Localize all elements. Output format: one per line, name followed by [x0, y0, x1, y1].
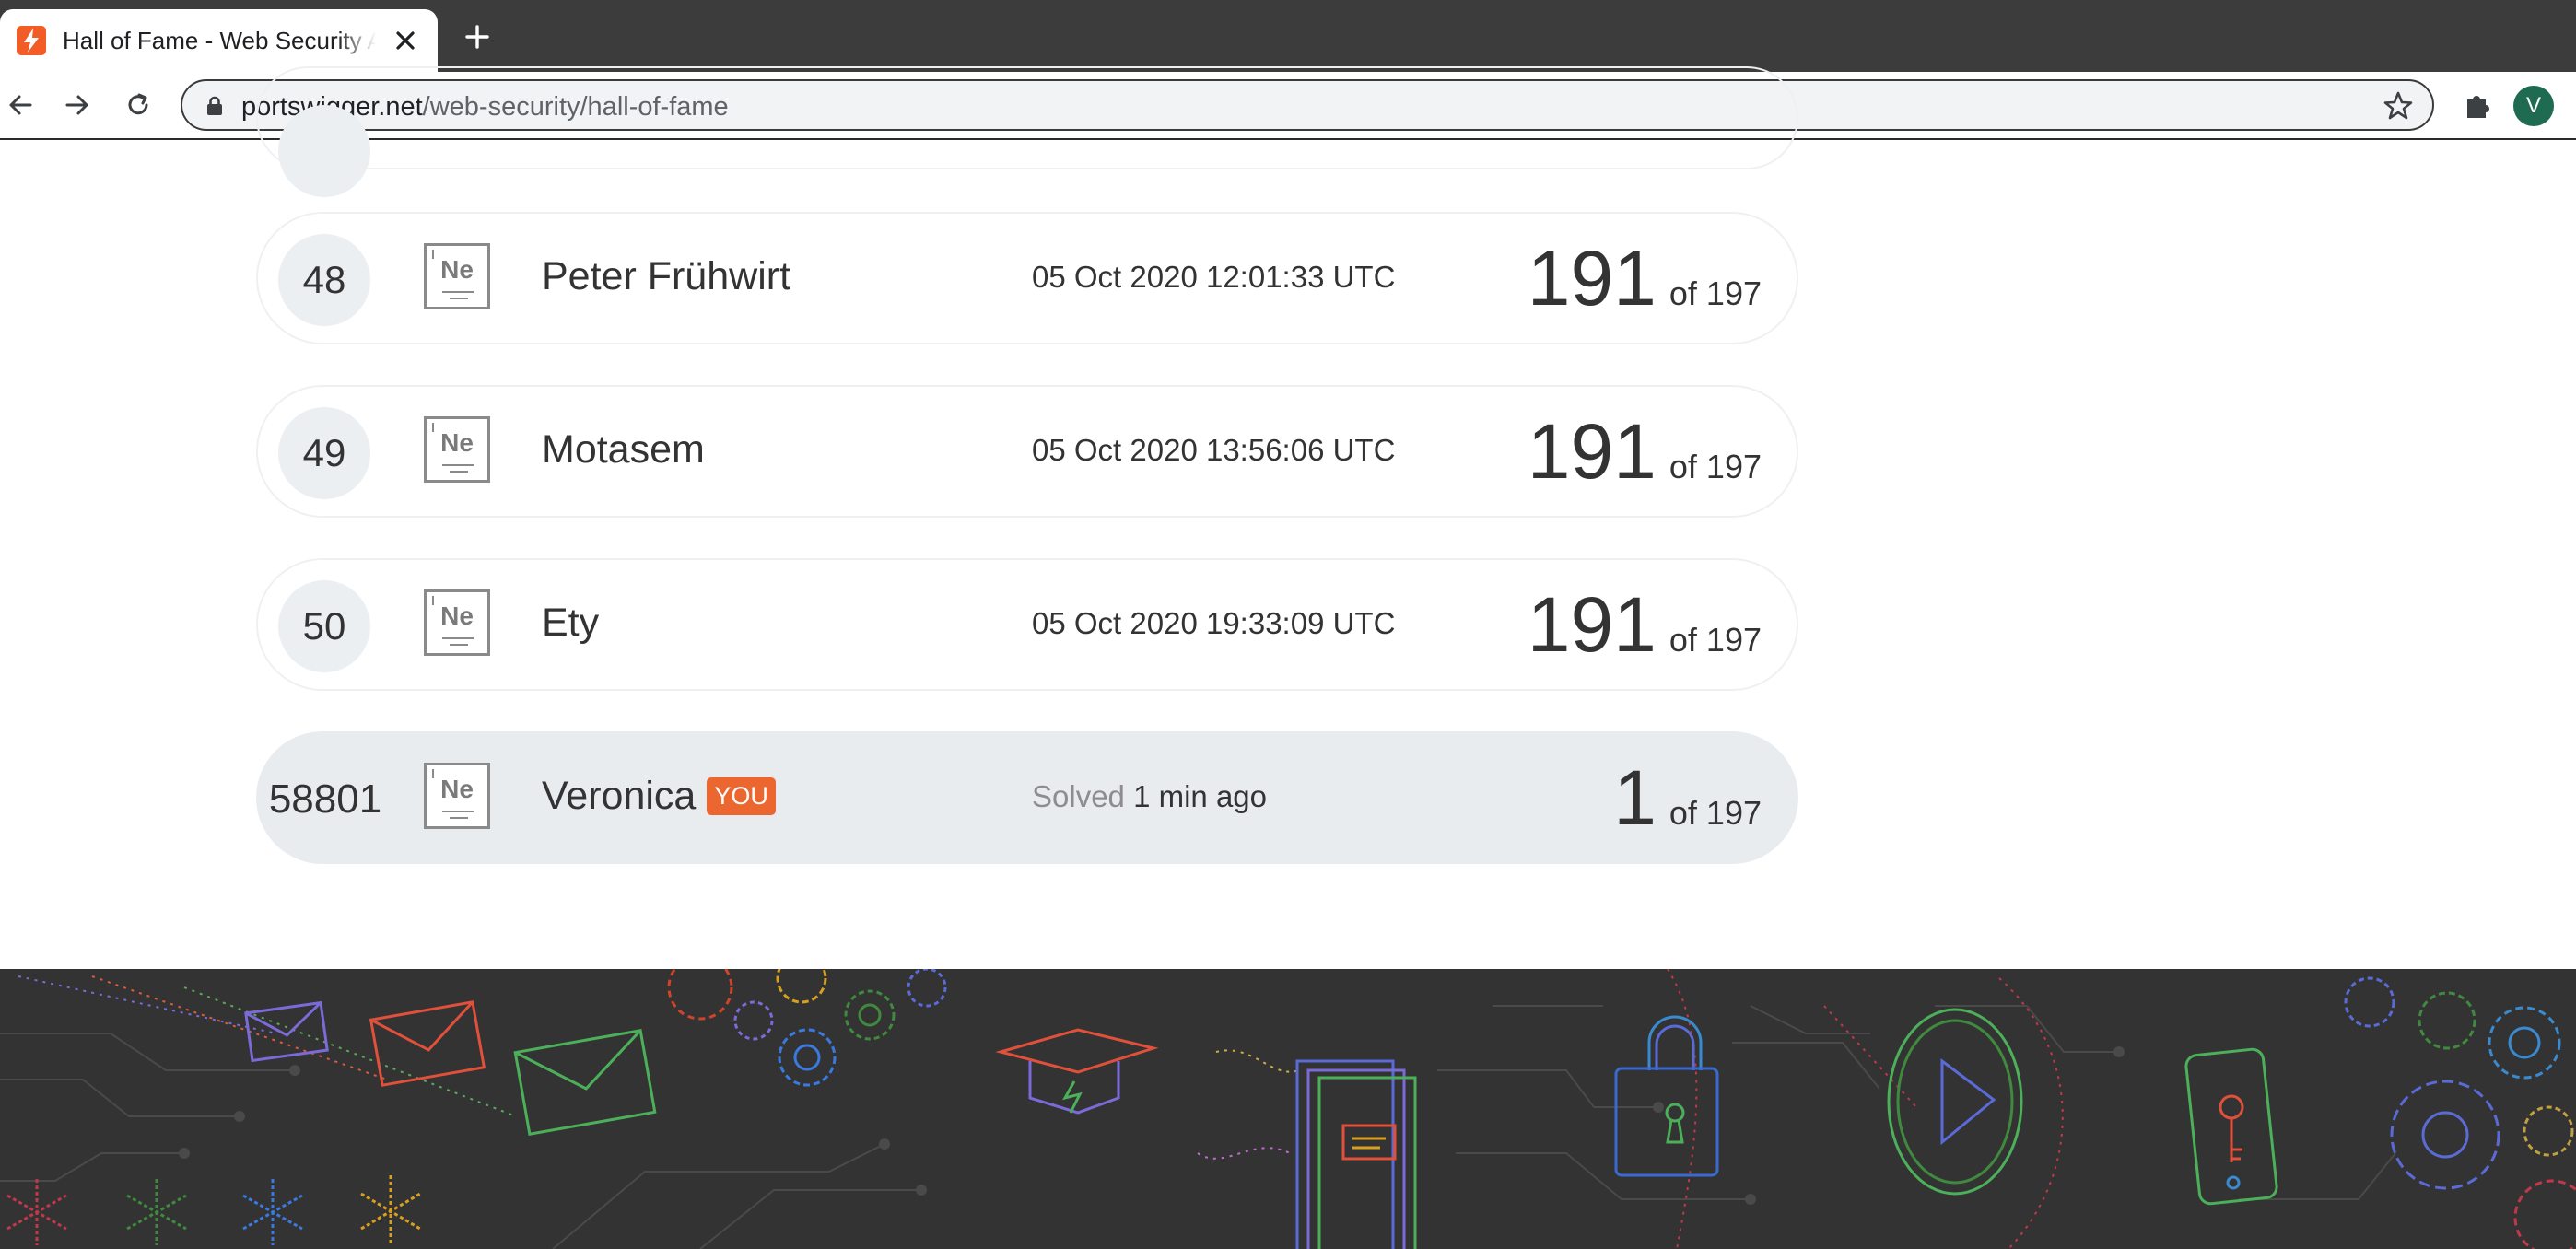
lock-icon [207, 96, 222, 115]
footer-illustration [0, 969, 2576, 1249]
portswigger-favicon-icon [17, 26, 46, 55]
element-symbol: Ne [440, 775, 474, 803]
new-tab-plus-icon[interactable] [461, 20, 494, 53]
rank-number: 48 [278, 234, 370, 326]
user-name: Peter Frühwirt [542, 254, 791, 298]
score-total: of 197 [1669, 621, 1762, 659]
tab-close-icon[interactable] [389, 24, 422, 57]
solved-status: Solved 1 min ago [1032, 779, 1267, 814]
solved-time: 1 min ago [1133, 779, 1268, 813]
score: 191 of 197 [1528, 407, 1762, 496]
neon-element-icon: Ne [424, 243, 490, 309]
neon-element-icon: Ne [424, 589, 490, 656]
page: Hall of Fame - Web Security Academy port… [0, 0, 2576, 1249]
rank-number: 49 [278, 407, 370, 499]
neon-element-icon: Ne [424, 763, 490, 829]
bookmark-star-icon[interactable] [2383, 90, 2414, 122]
score-value: 191 [1527, 581, 1657, 668]
element-symbol: Ne [440, 601, 474, 630]
back-arrow-icon[interactable] [0, 85, 41, 125]
user-name: Veronica YOU [542, 774, 776, 819]
completion-date: 05 Oct 2020 12:01:33 UTC [1032, 260, 1396, 294]
completion-date: 05 Oct 2020 19:33:09 UTC [1032, 606, 1396, 640]
leaderboard-row: 50 Ne Ety 05 Oct 2020 19:33:09 UTC 191 of… [256, 558, 1798, 691]
leaderboard-row-partial [256, 66, 1798, 197]
forward-arrow-icon[interactable] [57, 85, 98, 125]
score: 191 of 197 [1528, 580, 1762, 669]
profile-avatar[interactable]: V [2513, 86, 2554, 126]
score-total: of 197 [1669, 448, 1762, 485]
score: 1 of 197 [1613, 753, 1762, 842]
neon-element-icon: Ne [424, 416, 490, 483]
leaderboard-row: 48 Ne Peter Frühwirt 05 Oct 2020 12:01:3… [256, 212, 1798, 344]
extensions-puzzle-icon[interactable] [2458, 85, 2499, 125]
you-badge: YOU [707, 777, 776, 815]
browser-tab[interactable]: Hall of Fame - Web Security Academy [0, 9, 438, 72]
reload-icon[interactable] [118, 85, 158, 125]
user-name: Ety [542, 601, 600, 645]
tab-strip: Hall of Fame - Web Security Academy [0, 0, 2576, 72]
rank-circle [278, 105, 370, 197]
score-total: of 197 [1669, 794, 1762, 832]
current-user-row: 58801 Ne Veronica YOU Solved 1 min ago 1o… [256, 731, 1798, 864]
element-symbol: Ne [440, 255, 474, 284]
element-symbol: Ne [440, 428, 474, 457]
rank-number: 50 [278, 580, 370, 672]
score-value: 1 [1613, 754, 1657, 841]
solved-label: Solved [1032, 779, 1125, 813]
score-value: 191 [1527, 235, 1657, 321]
rank-number: 58801 [268, 776, 382, 822]
hall-of-fame-content: 48 Ne Peter Frühwirt 05 Oct 2020 12:01:3… [0, 66, 2576, 969]
footer-artwork [0, 969, 2576, 1249]
completion-date: 05 Oct 2020 13:56:06 UTC [1032, 433, 1396, 467]
current-user-name: Veronica [542, 774, 697, 818]
score-total: of 197 [1669, 274, 1762, 312]
user-name: Motasem [542, 427, 705, 472]
score-value: 191 [1527, 408, 1657, 495]
score: 191 of 197 [1528, 234, 1762, 322]
tab-title: Hall of Fame - Web Security Academy [63, 26, 376, 54]
leaderboard-row: 49 Ne Motasem 05 Oct 2020 13:56:06 UTC 1… [256, 385, 1798, 518]
